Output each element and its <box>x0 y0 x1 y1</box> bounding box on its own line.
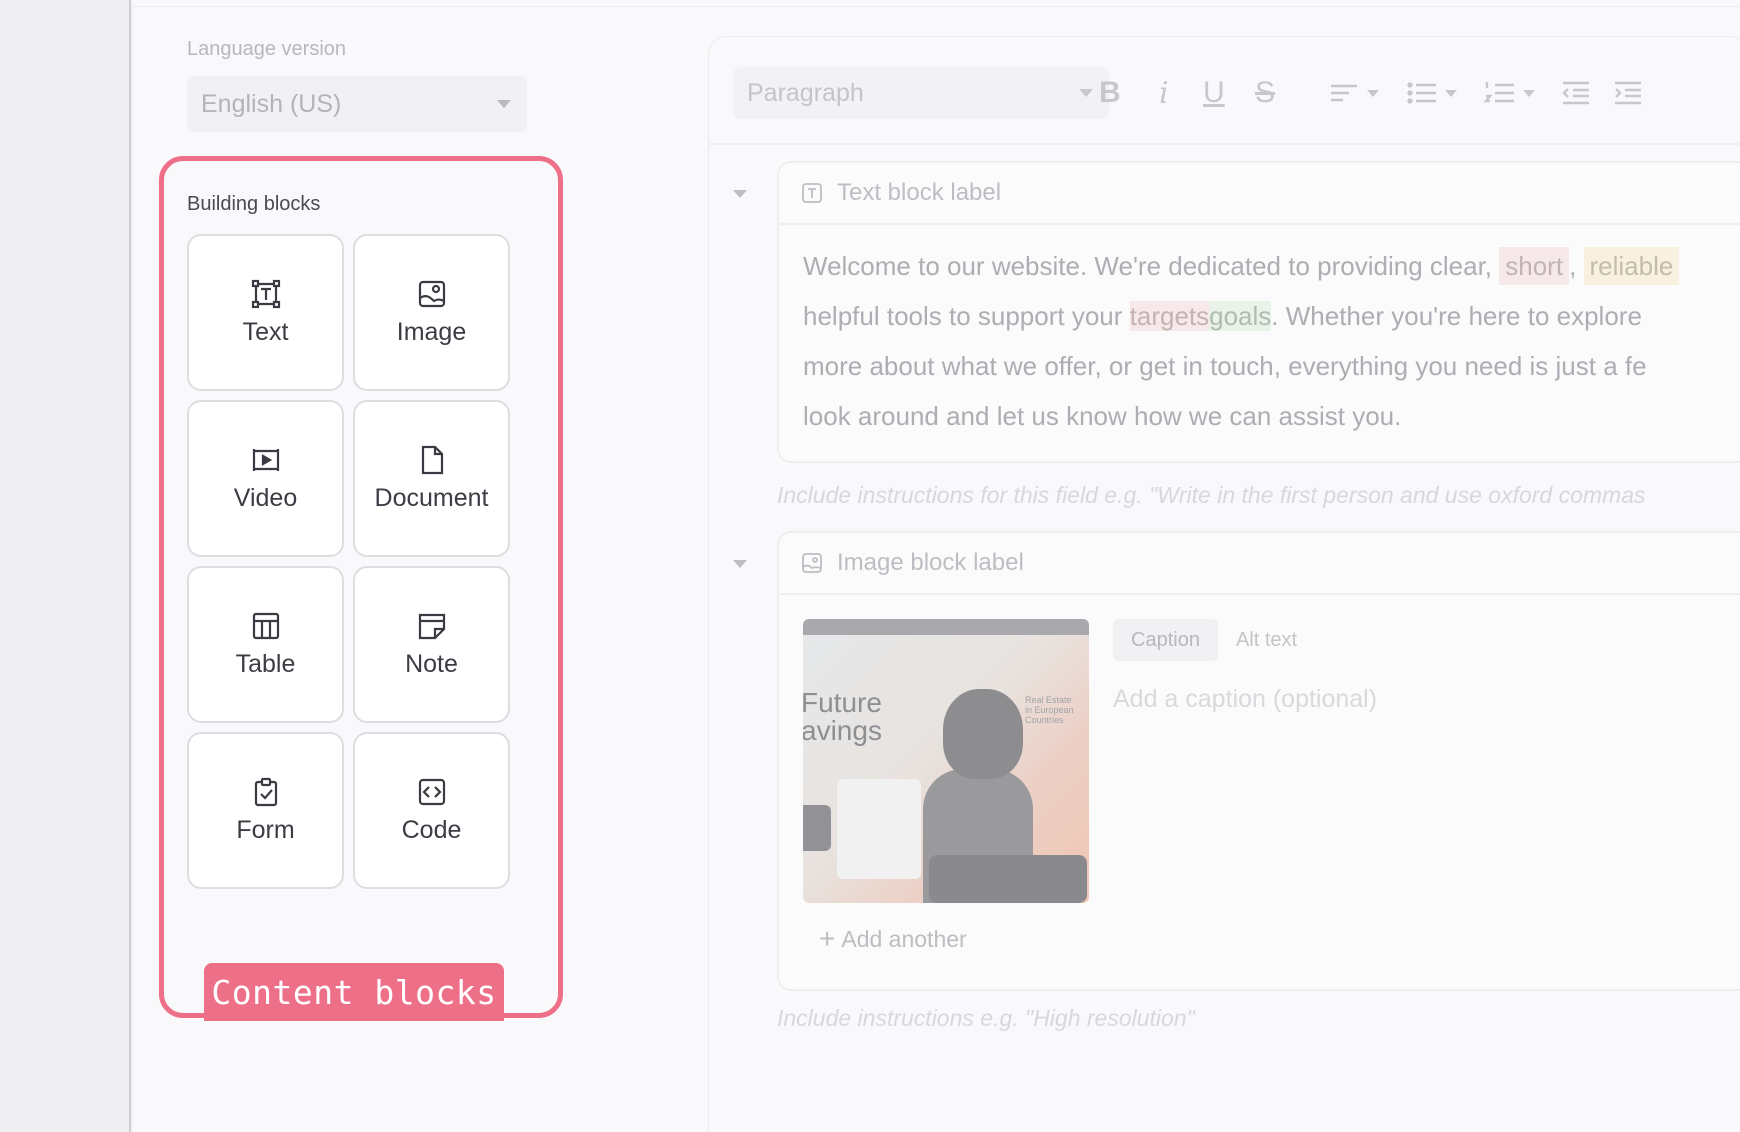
outdent-icon <box>1562 81 1589 105</box>
align-button[interactable] <box>1327 73 1379 113</box>
bold-icon: B <box>1099 76 1121 109</box>
app-window: Language version English (US) Building b… <box>133 0 1740 1132</box>
document-icon <box>421 445 443 475</box>
block-note[interactable]: Note <box>353 566 510 723</box>
underline-icon: U <box>1203 76 1225 109</box>
plus-icon: + <box>819 923 836 954</box>
image-block-label: Image block label <box>837 549 1024 576</box>
image-meta-tabs: Caption Alt text <box>1113 619 1315 661</box>
editor-panel: Paragraph B i U S Text block label Welco… <box>708 36 1740 1132</box>
paragraph-style-select[interactable]: Paragraph <box>733 67 1109 119</box>
outdent-button[interactable] <box>1559 73 1593 113</box>
block-label: Text <box>242 318 289 346</box>
italic-button[interactable]: i <box>1159 73 1169 113</box>
block-document[interactable]: Document <box>353 400 510 557</box>
caption-input[interactable]: Add a caption (optional) <box>1113 685 1377 714</box>
indent-icon <box>1615 81 1641 105</box>
block-label: Code <box>401 816 462 844</box>
thumbnail-browser-bar <box>803 619 1089 635</box>
add-another-button[interactable]: + Add another <box>819 923 967 955</box>
bold-button[interactable]: B <box>1099 73 1121 113</box>
thumbnail-card <box>803 805 831 851</box>
chevron-down-icon <box>1367 89 1379 97</box>
table-icon <box>252 612 279 640</box>
thumbnail-heading: Future avings <box>803 687 882 746</box>
strikethrough-button[interactable]: S <box>1255 73 1275 113</box>
italic-icon: i <box>1159 75 1169 111</box>
numbered-list-icon <box>1483 82 1514 103</box>
text-block-header: Text block label <box>779 163 1740 225</box>
numbered-list-button[interactable] <box>1483 73 1535 113</box>
block-form[interactable]: Form <box>187 732 344 889</box>
text-block-card: Text block label Welcome to our website.… <box>777 161 1740 463</box>
video-icon <box>252 449 279 471</box>
block-code[interactable]: Code <box>353 732 510 889</box>
block-label: Video <box>233 484 298 512</box>
text-block-label: Text block label <box>837 179 1002 206</box>
language-value: English (US) <box>201 89 342 118</box>
content-blocks-annotation: Content blocks <box>204 963 504 1021</box>
bullet-list-button[interactable] <box>1405 73 1457 113</box>
thumbnail-card <box>837 779 921 879</box>
note-icon <box>418 613 445 640</box>
block-label: Document <box>374 484 489 512</box>
language-select[interactable]: English (US) <box>187 76 527 132</box>
collapse-text-block-toggle[interactable] <box>733 190 747 198</box>
suggestion-highlight[interactable]: reliable <box>1583 247 1680 285</box>
underline-button[interactable]: U <box>1203 73 1225 113</box>
clipboard-check-icon <box>254 777 277 807</box>
block-label: Note <box>405 650 458 678</box>
collapse-image-block-toggle[interactable] <box>733 560 747 568</box>
image-block-instructions[interactable]: Include instructions e.g. "High resoluti… <box>777 1005 1195 1032</box>
chevron-down-icon <box>1445 89 1457 97</box>
building-blocks-panel: Building blocks Text Image Video Documen… <box>159 156 563 1021</box>
image-icon <box>418 280 445 308</box>
tab-alt-text[interactable]: Alt text <box>1218 619 1315 661</box>
text-block-instructions[interactable]: Include instructions for this field e.g.… <box>777 482 1646 509</box>
block-text[interactable]: Text <box>187 234 344 391</box>
image-icon <box>802 553 822 573</box>
thumbnail-side-text: Real Estate in European Countries <box>1025 695 1074 725</box>
indent-button[interactable] <box>1611 73 1645 113</box>
language-label: Language version <box>187 38 347 60</box>
add-another-label: Add another <box>841 925 967 952</box>
suggestion-highlight[interactable]: short <box>1499 247 1570 285</box>
text-block-icon <box>802 183 822 203</box>
left-panel-edge <box>0 0 131 1132</box>
block-table[interactable]: Table <box>187 566 344 723</box>
strikethrough-icon: S <box>1255 76 1276 109</box>
chevron-down-icon <box>497 100 511 108</box>
inserted-text-highlight[interactable]: goals <box>1209 301 1272 331</box>
deleted-text-highlight[interactable]: targets <box>1129 301 1210 331</box>
building-blocks-title: Building blocks <box>187 193 321 215</box>
block-label: Table <box>235 650 296 678</box>
image-block-header: Image block label <box>779 533 1740 595</box>
block-video[interactable]: Video <box>187 400 344 557</box>
thumbnail-person-head <box>943 689 1023 779</box>
thumbnail-card <box>929 855 1087 903</box>
uploaded-image-thumbnail[interactable]: Future avings Real Estate in European Count… <box>803 619 1089 903</box>
formatting-toolbar: Paragraph B i U S <box>709 37 1740 145</box>
code-icon <box>418 778 445 806</box>
chevron-down-icon <box>1523 89 1535 97</box>
chevron-down-icon <box>1079 89 1093 97</box>
top-divider <box>133 6 1740 7</box>
block-label: Form <box>236 816 295 844</box>
text-block-icon <box>251 279 280 309</box>
bullet-list-icon <box>1407 82 1436 104</box>
image-block-card: Image block label Future avings Real Esta… <box>777 531 1740 991</box>
block-label: Image <box>396 318 467 346</box>
paragraph-style-value: Paragraph <box>747 78 864 107</box>
align-left-icon <box>1331 84 1357 102</box>
tab-caption[interactable]: Caption <box>1113 619 1218 661</box>
text-block-content[interactable]: Welcome to our website. We're dedicated … <box>803 241 1740 441</box>
block-image[interactable]: Image <box>353 234 510 391</box>
